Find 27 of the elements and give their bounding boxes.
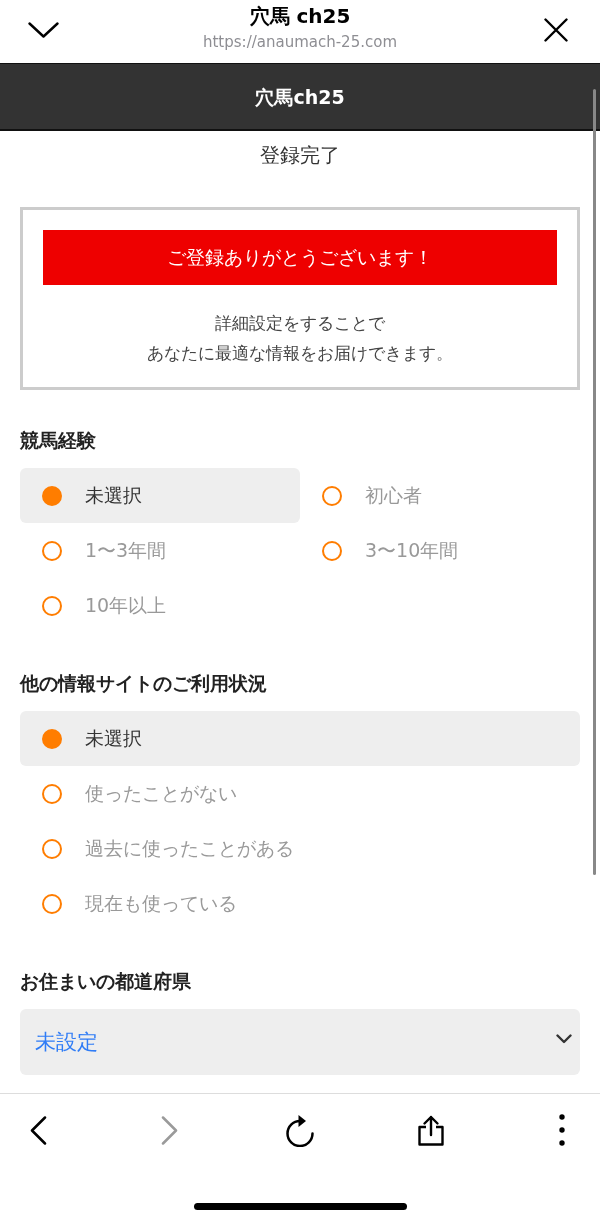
back-icon[interactable] (29, 1115, 47, 1145)
page-heading: 登録完了 (260, 142, 340, 169)
radio-option[interactable]: 3〜10年間 (300, 523, 580, 578)
close-icon[interactable] (544, 18, 568, 42)
success-banner: ご登録ありがとうございます！ (43, 230, 557, 285)
radio-option[interactable]: 初心者 (300, 468, 580, 523)
chevron-down-icon (556, 1034, 572, 1044)
radio-option[interactable]: 過去に使ったことがある (20, 821, 580, 876)
section-heading: 競馬経験 (20, 428, 96, 453)
radio-option[interactable]: 使ったことがない (20, 766, 580, 821)
radio-option[interactable]: 未選択 (20, 711, 580, 766)
select-field[interactable]: 未設定 (20, 1009, 580, 1075)
radio-option[interactable]: 未選択 (20, 468, 300, 523)
section-heading: 他の情報サイトのご利用状況 (20, 671, 267, 696)
site-title: 穴馬ch25 (255, 84, 345, 109)
radio-option[interactable]: 10年以上 (20, 578, 300, 633)
notice-text: あなたに最適な情報をお届けできます。 (147, 342, 453, 365)
chevron-down-icon[interactable] (28, 22, 59, 38)
more-options-icon[interactable] (559, 1114, 565, 1146)
share-icon[interactable] (417, 1114, 445, 1146)
radio-option[interactable]: 1〜3年間 (20, 523, 300, 578)
window-title: 穴馬 ch25 (249, 3, 351, 29)
radio-option[interactable]: 現在も使っている (20, 876, 580, 931)
section-heading: お住まいの都道府県 (20, 969, 191, 994)
reload-icon[interactable] (286, 1113, 314, 1147)
notice-text: 詳細設定をすることで (215, 312, 385, 335)
url-text: https://anaumach-25.com (203, 32, 397, 52)
